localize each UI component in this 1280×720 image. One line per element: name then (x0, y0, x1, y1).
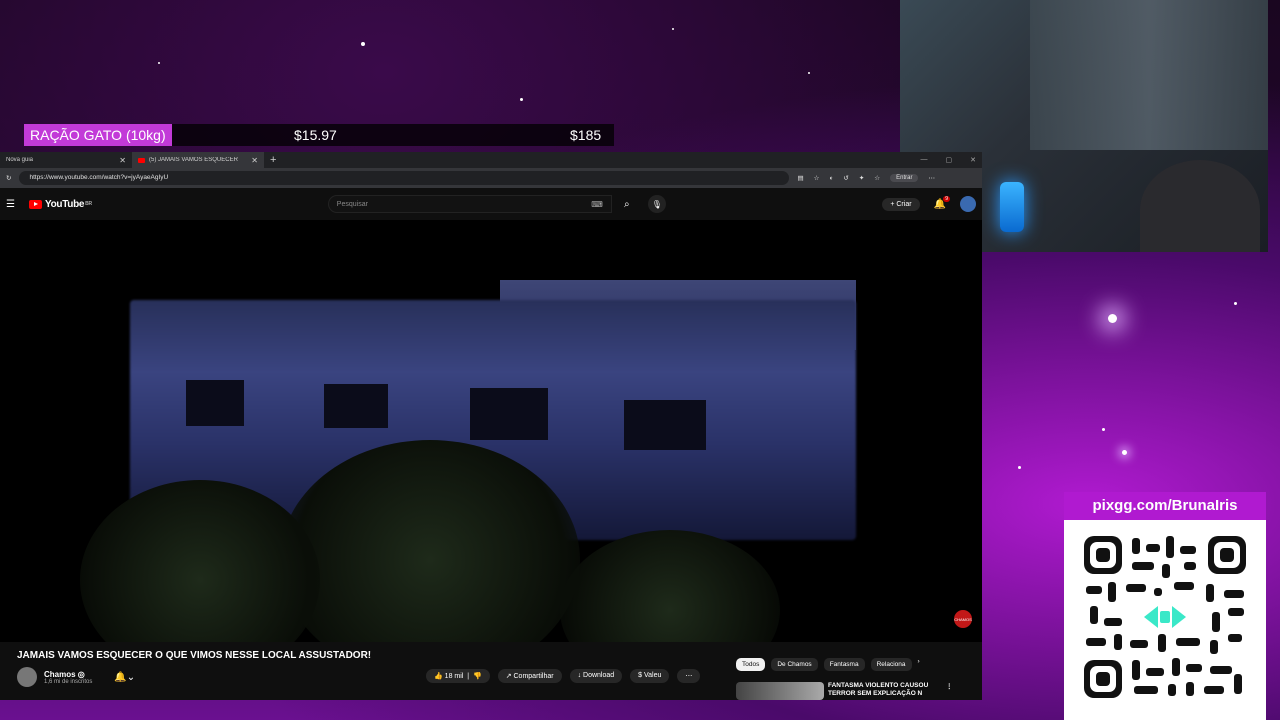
star (1234, 302, 1237, 305)
video-window (624, 400, 706, 450)
favorite-star-icon[interactable]: ☆ (814, 174, 820, 182)
youtube-logo-text: YouTube (44, 198, 85, 210)
close-icon[interactable]: ✕ (251, 156, 258, 165)
channel-name[interactable]: Chamos ◎ (44, 670, 92, 679)
video-window (324, 384, 388, 428)
channel-watermark: CHAMOS (954, 610, 972, 628)
tab-label: (5) JAMAIS VAMOS ESQUECER (149, 157, 238, 163)
more-icon[interactable]: ⋯ (928, 174, 935, 182)
star (361, 42, 365, 46)
tab-bar: Nova guia ✕ (5) JAMAIS VAMOS ESQUECER ✕ … (0, 152, 982, 168)
chip-related[interactable]: Relaciona (870, 658, 912, 671)
recommendation-filter-chips: Todos De Chamos Fantasma Relaciona › (736, 658, 920, 671)
star (1102, 428, 1105, 431)
thanks-button[interactable]: $ Valeu (630, 669, 670, 683)
recommended-title[interactable]: FANTASMA VIOLENTO CAUSOU TERROR SEM EXPL… (828, 682, 946, 700)
channel-avatar[interactable] (17, 667, 37, 687)
video-title: JAMAIS VAMOS ESQUECER O QUE VIMOS NESSE … (17, 650, 372, 661)
search-icon[interactable]: ⌕ (612, 195, 642, 213)
like-button[interactable]: 👍 18 mil | 👎 (426, 669, 490, 683)
video-window (470, 388, 548, 440)
browser-window: Nova guia ✕ (5) JAMAIS VAMOS ESQUECER ✕ … (0, 152, 982, 700)
chip-from-channel[interactable]: De Chamos (771, 658, 818, 671)
url-field[interactable]: https://www.youtube.com/watch?v=jyAyaeAg… (19, 171, 790, 185)
chip-fantasma[interactable]: Fantasma (823, 658, 865, 671)
menu-hamburger-icon[interactable]: ☰ (6, 199, 15, 210)
extension-icon[interactable]: ◐ (829, 175, 833, 182)
channel-subscribers: 1,6 mi de inscritos (44, 678, 93, 685)
search-placeholder: Pesquisar (336, 200, 368, 208)
star (1108, 314, 1117, 323)
goal-item-name: RAÇÃO GATO (10kg) (24, 124, 172, 146)
recommended-thumbnail[interactable] (736, 682, 824, 700)
donation-qr-panel: pixgg.com/BrunaIris (1064, 492, 1266, 720)
youtube-favicon-icon (138, 157, 145, 163)
download-label: Download (583, 672, 615, 679)
goal-target-amount: $185 (570, 127, 602, 143)
like-count: 18 mil (444, 673, 464, 680)
video-window (186, 380, 244, 426)
refresh-extension-icon[interactable]: ↺ (843, 174, 848, 182)
close-window-icon[interactable]: ✕ (970, 156, 976, 164)
star (672, 28, 674, 30)
reader-icon[interactable]: ▤ (797, 174, 803, 182)
sign-in-button[interactable]: Entrar (890, 174, 919, 182)
share-button[interactable]: ↗ Compartilhar (497, 669, 562, 683)
more-actions-icon[interactable]: ⋯ (677, 669, 701, 683)
window-controls: — ▢ ✕ (921, 156, 983, 164)
maximize-icon[interactable]: ▢ (946, 156, 953, 164)
recommended-video[interactable]: FANTASMA VIOLENTO CAUSOU TERROR SEM EXPL… (736, 682, 953, 700)
star (520, 98, 523, 101)
notifications-bell-icon[interactable]: 🔔 9 (934, 195, 950, 210)
close-icon[interactable]: ✕ (119, 156, 126, 165)
webcam-streamer (1140, 160, 1260, 252)
download-button[interactable]: ↓ Download (569, 669, 623, 683)
webcam-curtain (1030, 0, 1268, 150)
star (1018, 466, 1021, 469)
keyboard-icon[interactable]: ⌨ (591, 200, 603, 209)
create-label: Criar (896, 200, 912, 208)
subscribe-bell-icon[interactable]: 🔔⌄ (114, 672, 135, 683)
qr-code-image (1082, 534, 1248, 700)
dislike-icon[interactable]: 👎 (473, 673, 482, 680)
reload-icon[interactable]: ↻ (6, 174, 11, 182)
star (1122, 450, 1127, 455)
tab-label: Nova guia (6, 157, 34, 163)
new-tab-plus-icon[interactable]: + (270, 154, 276, 166)
region-code: BR (85, 201, 92, 207)
video-player[interactable]: CHAMOS (0, 220, 982, 642)
star (158, 62, 160, 64)
avatar[interactable] (960, 196, 976, 212)
kebab-menu-icon[interactable]: ⋮ (946, 682, 953, 700)
notification-count: 9 (943, 195, 950, 202)
video-bush (560, 530, 780, 642)
minimize-icon[interactable]: — (921, 156, 928, 164)
tab-new-tab[interactable]: Nova guia ✕ (0, 152, 132, 168)
tab-youtube[interactable]: (5) JAMAIS VAMOS ESQUECER ✕ (132, 152, 264, 168)
chevron-right-icon[interactable]: › (918, 658, 920, 671)
youtube-logo[interactable]: YouTube BR (28, 198, 92, 210)
share-label: Compartilhar (513, 673, 554, 680)
microphone-icon[interactable]: 🎙 (647, 195, 666, 213)
puzzle-icon[interactable]: ✦ (859, 174, 864, 182)
video-actions: 👍 18 mil | 👎 ↗ Compartilhar ↓ Download $… (426, 669, 701, 683)
donation-url: pixgg.com/BrunaIris (1064, 492, 1266, 520)
youtube-play-icon (28, 199, 42, 209)
channel-info: Chamos ◎ 1,6 mi de inscritos 🔔⌄ (17, 667, 135, 687)
header-actions: + Criar 🔔 9 (882, 195, 976, 212)
address-bar: ↻ https://www.youtube.com/watch?v=jyAyae… (0, 168, 982, 188)
webcam-lamp (1000, 182, 1024, 232)
goal-current-amount: $15.97 (294, 127, 337, 143)
create-button[interactable]: + Criar (882, 197, 920, 211)
donation-goal-ticker: RAÇÃO GATO (10kg) $15.97 $185 (24, 124, 614, 146)
stream-overlay: RAÇÃO GATO (10kg) $15.97 $185 Nova guia … (0, 0, 1280, 720)
star (808, 72, 810, 74)
chip-all[interactable]: Todos (736, 658, 766, 671)
browser-toolbar: ▤ ☆ ◐ ↺ ✦ ☆ Entrar ⋯ (797, 174, 935, 182)
favorites-icon[interactable]: ☆ (874, 174, 880, 182)
search-input[interactable]: Pesquisar ⌨ (327, 195, 612, 213)
thanks-label: Valeu (644, 672, 662, 679)
youtube-header: ☰ YouTube BR Pesquisar ⌨ ⌕ 🎙 + Criar 🔔 9 (0, 188, 982, 220)
